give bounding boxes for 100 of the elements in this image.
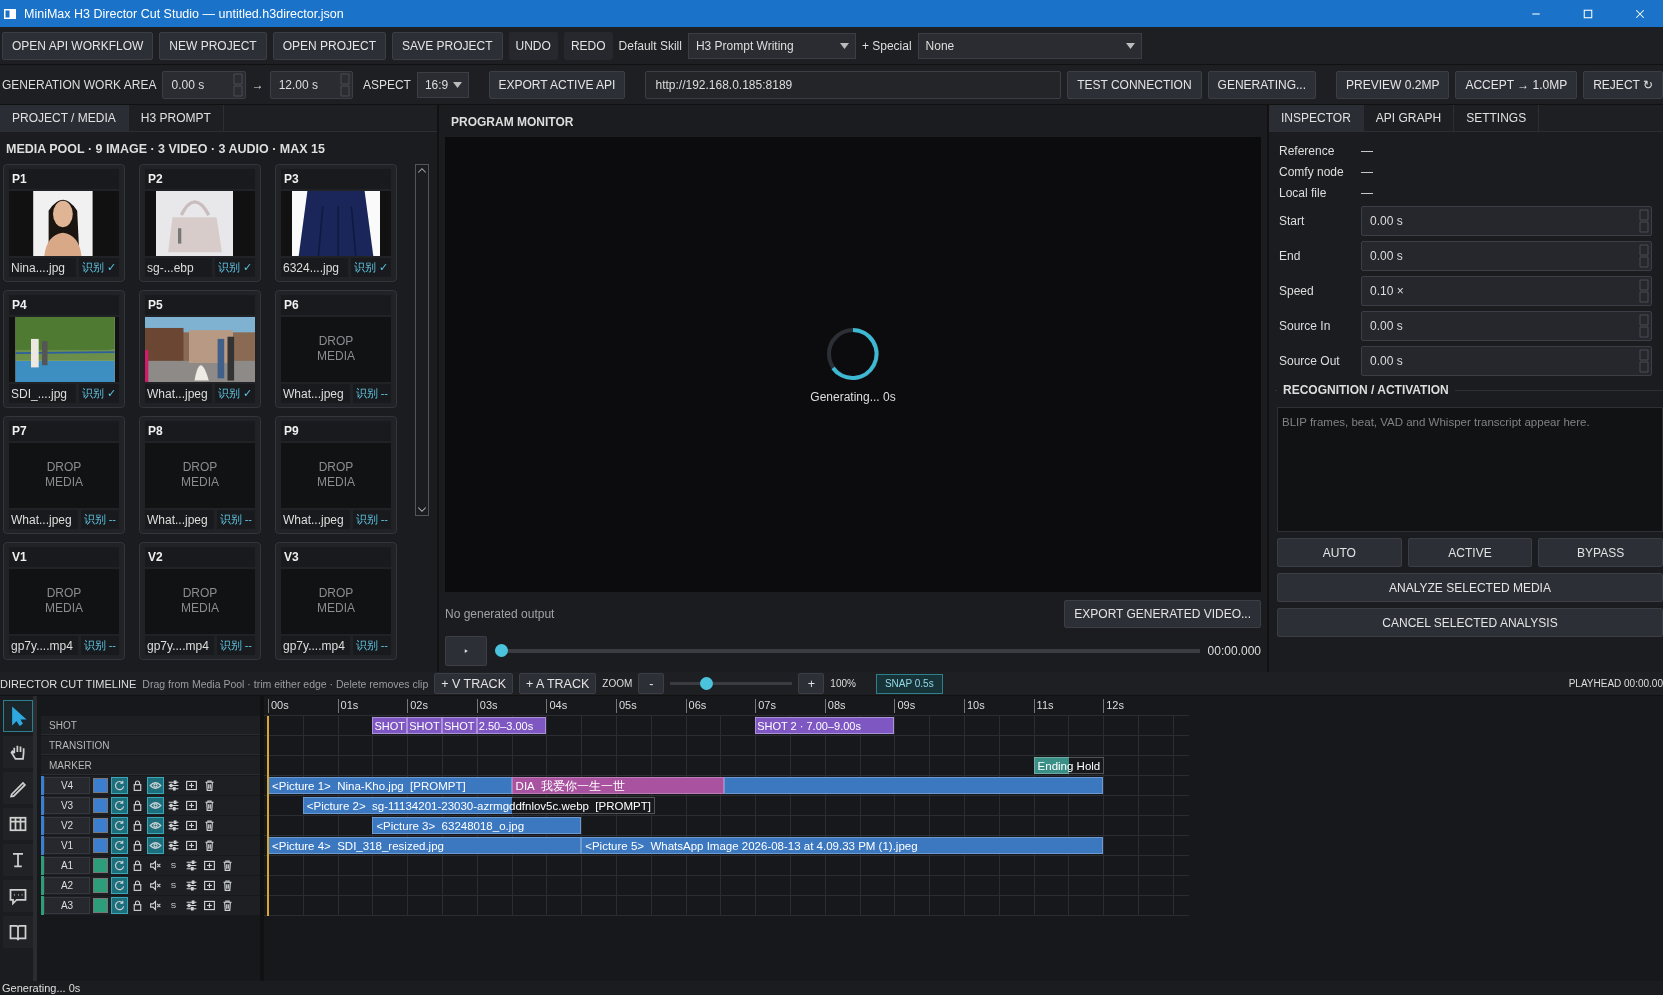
visibility-button[interactable] bbox=[147, 797, 164, 814]
panel-tab[interactable]: H3 PROMPT bbox=[128, 105, 224, 131]
track-name[interactable]: A2 bbox=[44, 877, 90, 894]
action-button[interactable]: PREVIEW 0.2MP bbox=[1336, 70, 1450, 99]
shot-clip[interactable]: 2.50–3.00s bbox=[476, 717, 547, 734]
toolbar-button[interactable]: OPEN PROJECT bbox=[272, 31, 387, 60]
visibility-button[interactable] bbox=[147, 837, 164, 854]
media-card[interactable]: P4 SDI_....jpg 识别 ✓ bbox=[3, 290, 125, 408]
add-track-button[interactable]: + A TRACK bbox=[519, 673, 597, 694]
toolbar-button[interactable]: REDO bbox=[563, 31, 613, 60]
file-name: sg-...ebp bbox=[145, 258, 212, 277]
video-clip[interactable] bbox=[723, 777, 1104, 794]
end-time-field[interactable]: 12.00 s bbox=[269, 70, 353, 99]
media-card[interactable]: P7 DROP MEDIA What...jpeg 识别 -- bbox=[3, 416, 125, 534]
sync-button[interactable] bbox=[111, 777, 128, 794]
mode-button[interactable]: ACTIVE bbox=[1407, 538, 1533, 567]
analysis-button[interactable]: CANCEL SELECTED ANALYSIS bbox=[1277, 608, 1663, 637]
sync-button[interactable] bbox=[111, 817, 128, 834]
shot-clip[interactable]: SHOT 2 · 7.00–9.00s bbox=[755, 717, 895, 734]
tool-button[interactable] bbox=[3, 880, 33, 912]
spin-field[interactable]: 0.00 s bbox=[1361, 310, 1652, 341]
tool-button[interactable] bbox=[3, 700, 33, 732]
media-card[interactable]: P3 6324....jpg 识别 ✓ bbox=[275, 164, 397, 282]
visibility-button[interactable] bbox=[147, 817, 164, 834]
media-card[interactable]: P8 DROP MEDIA What...jpeg 识别 -- bbox=[139, 416, 261, 534]
aspect-dropdown[interactable]: 16:9 bbox=[416, 71, 469, 98]
url-field[interactable]: http://192.168.0.185:8189 bbox=[645, 70, 1062, 99]
start-time-field[interactable]: 0.00 s bbox=[162, 70, 246, 99]
spin-field[interactable]: 0.00 s bbox=[1361, 240, 1652, 271]
lock-icon bbox=[131, 819, 144, 832]
track-name[interactable]: V2 bbox=[44, 817, 90, 834]
video-clip[interactable]: <Picture 1> Nina-Kho.jpg [PROMPT] bbox=[268, 777, 512, 794]
tool-button[interactable] bbox=[3, 916, 33, 948]
solo-button[interactable]: S bbox=[165, 881, 182, 890]
toolbar-button[interactable]: UNDO bbox=[508, 31, 558, 60]
action-button[interactable]: ACCEPT → 1.0MP bbox=[1455, 70, 1578, 99]
scrubber-handle[interactable] bbox=[495, 644, 508, 657]
video-clip[interactable]: <Picture 3> 63248018_o.jpg bbox=[372, 817, 582, 834]
media-card[interactable]: V1 DROP MEDIA gp7y....mp4 识别 -- bbox=[3, 542, 125, 660]
transcript-area[interactable]: BLIP frames, beat, VAD and Whisper transcript appear here. bbox=[1277, 407, 1663, 532]
zoom-in-button[interactable]: + bbox=[798, 673, 825, 694]
timeline-hint: Drag from Media Pool · trim either edge · Delete removes clip bbox=[142, 677, 429, 690]
shot-clip[interactable]: SHOT bbox=[372, 717, 408, 734]
action-button[interactable]: GENERATING... bbox=[1207, 70, 1317, 99]
track-name[interactable]: A3 bbox=[44, 897, 90, 914]
solo-button[interactable]: S bbox=[165, 901, 182, 910]
shot-clip[interactable]: SHOT bbox=[407, 717, 442, 734]
export-api-button[interactable]: EXPORT ACTIVE API bbox=[488, 70, 626, 99]
panel-tab[interactable]: INSPECTOR bbox=[1269, 105, 1364, 131]
track-name[interactable]: V3 bbox=[44, 797, 90, 814]
scrollbar[interactable] bbox=[415, 164, 429, 516]
toolbar-button[interactable]: NEW PROJECT bbox=[159, 31, 267, 60]
mode-button[interactable]: AUTO bbox=[1277, 538, 1402, 567]
tool-button[interactable] bbox=[3, 844, 33, 876]
solo-button[interactable]: S bbox=[165, 861, 182, 870]
special-dropdown[interactable]: None bbox=[917, 32, 1142, 59]
sync-button[interactable] bbox=[111, 877, 128, 894]
analysis-button[interactable]: ANALYZE SELECTED MEDIA bbox=[1277, 573, 1663, 602]
video-clip[interactable]: <Picture 5> WhatsApp Image 2026-08-13 at 4.09.33 PM (1).jpeg bbox=[581, 837, 1104, 854]
track-name[interactable]: A1 bbox=[44, 857, 90, 874]
spin-field[interactable]: 0.10 × bbox=[1361, 275, 1652, 306]
panel-tab[interactable]: SETTINGS bbox=[1454, 105, 1540, 131]
toolbar-button[interactable]: SAVE PROJECT bbox=[392, 31, 503, 60]
media-card[interactable]: P9 DROP MEDIA What...jpeg 识别 -- bbox=[275, 416, 397, 534]
action-button[interactable]: REJECT ↻ bbox=[1583, 70, 1663, 99]
toolbar-button[interactable]: OPEN API WORKFLOW bbox=[2, 31, 154, 60]
action-button[interactable]: TEST CONNECTION bbox=[1067, 70, 1202, 99]
shot-clip[interactable]: SHOT bbox=[442, 717, 477, 734]
spin-field[interactable]: 0.00 s bbox=[1361, 205, 1652, 236]
track-name[interactable]: V1 bbox=[44, 837, 90, 854]
tool-button[interactable] bbox=[3, 808, 33, 840]
media-card[interactable]: P1 Nina....jpg 识别 ✓ bbox=[3, 164, 125, 282]
media-card[interactable]: P5 What...jpeg 识别 ✓ bbox=[139, 290, 261, 408]
recognition-status: 识别 -- bbox=[352, 510, 391, 529]
zoom-out-button[interactable]: - bbox=[638, 673, 665, 694]
skill-dropdown[interactable]: H3 Prompt Writing bbox=[687, 32, 856, 59]
sync-button[interactable] bbox=[111, 837, 128, 854]
track-name[interactable]: V4 bbox=[44, 777, 90, 794]
mode-button[interactable]: BYPASS bbox=[1538, 538, 1663, 567]
media-card[interactable]: V2 DROP MEDIA gp7y....mp4 识别 -- bbox=[139, 542, 261, 660]
media-card[interactable]: P6 DROP MEDIA What...jpeg 识别 -- bbox=[275, 290, 397, 408]
tool-button[interactable] bbox=[3, 772, 33, 804]
panel-tab[interactable]: API GRAPH bbox=[1363, 105, 1455, 131]
sync-button[interactable] bbox=[111, 857, 128, 874]
zoom-handle[interactable] bbox=[699, 676, 713, 690]
tool-button[interactable] bbox=[3, 736, 33, 768]
visibility-button[interactable] bbox=[147, 777, 164, 794]
sync-button[interactable] bbox=[111, 797, 128, 814]
ruler-label: 03s bbox=[476, 699, 498, 713]
add-box-icon bbox=[203, 899, 216, 912]
export-video-button[interactable]: EXPORT GENERATED VIDEO... bbox=[1064, 600, 1261, 628]
media-card[interactable]: V3 DROP MEDIA gp7y....mp4 识别 -- bbox=[275, 542, 397, 660]
add-track-button[interactable]: + V TRACK bbox=[434, 673, 513, 694]
panel-tab[interactable]: PROJECT / MEDIA bbox=[0, 105, 129, 131]
sync-button[interactable] bbox=[111, 897, 128, 914]
video-clip[interactable]: <Picture 4> SDI_318_resized.jpg bbox=[268, 837, 582, 854]
snap-toggle[interactable]: SNAP 0.5s bbox=[875, 673, 943, 694]
spin-field[interactable]: 0.00 s bbox=[1361, 345, 1652, 376]
media-card[interactable]: P2 sg-...ebp 识别 ✓ bbox=[139, 164, 261, 282]
dialogue-clip[interactable]: DIA 我爱你一生一世 bbox=[511, 777, 724, 794]
